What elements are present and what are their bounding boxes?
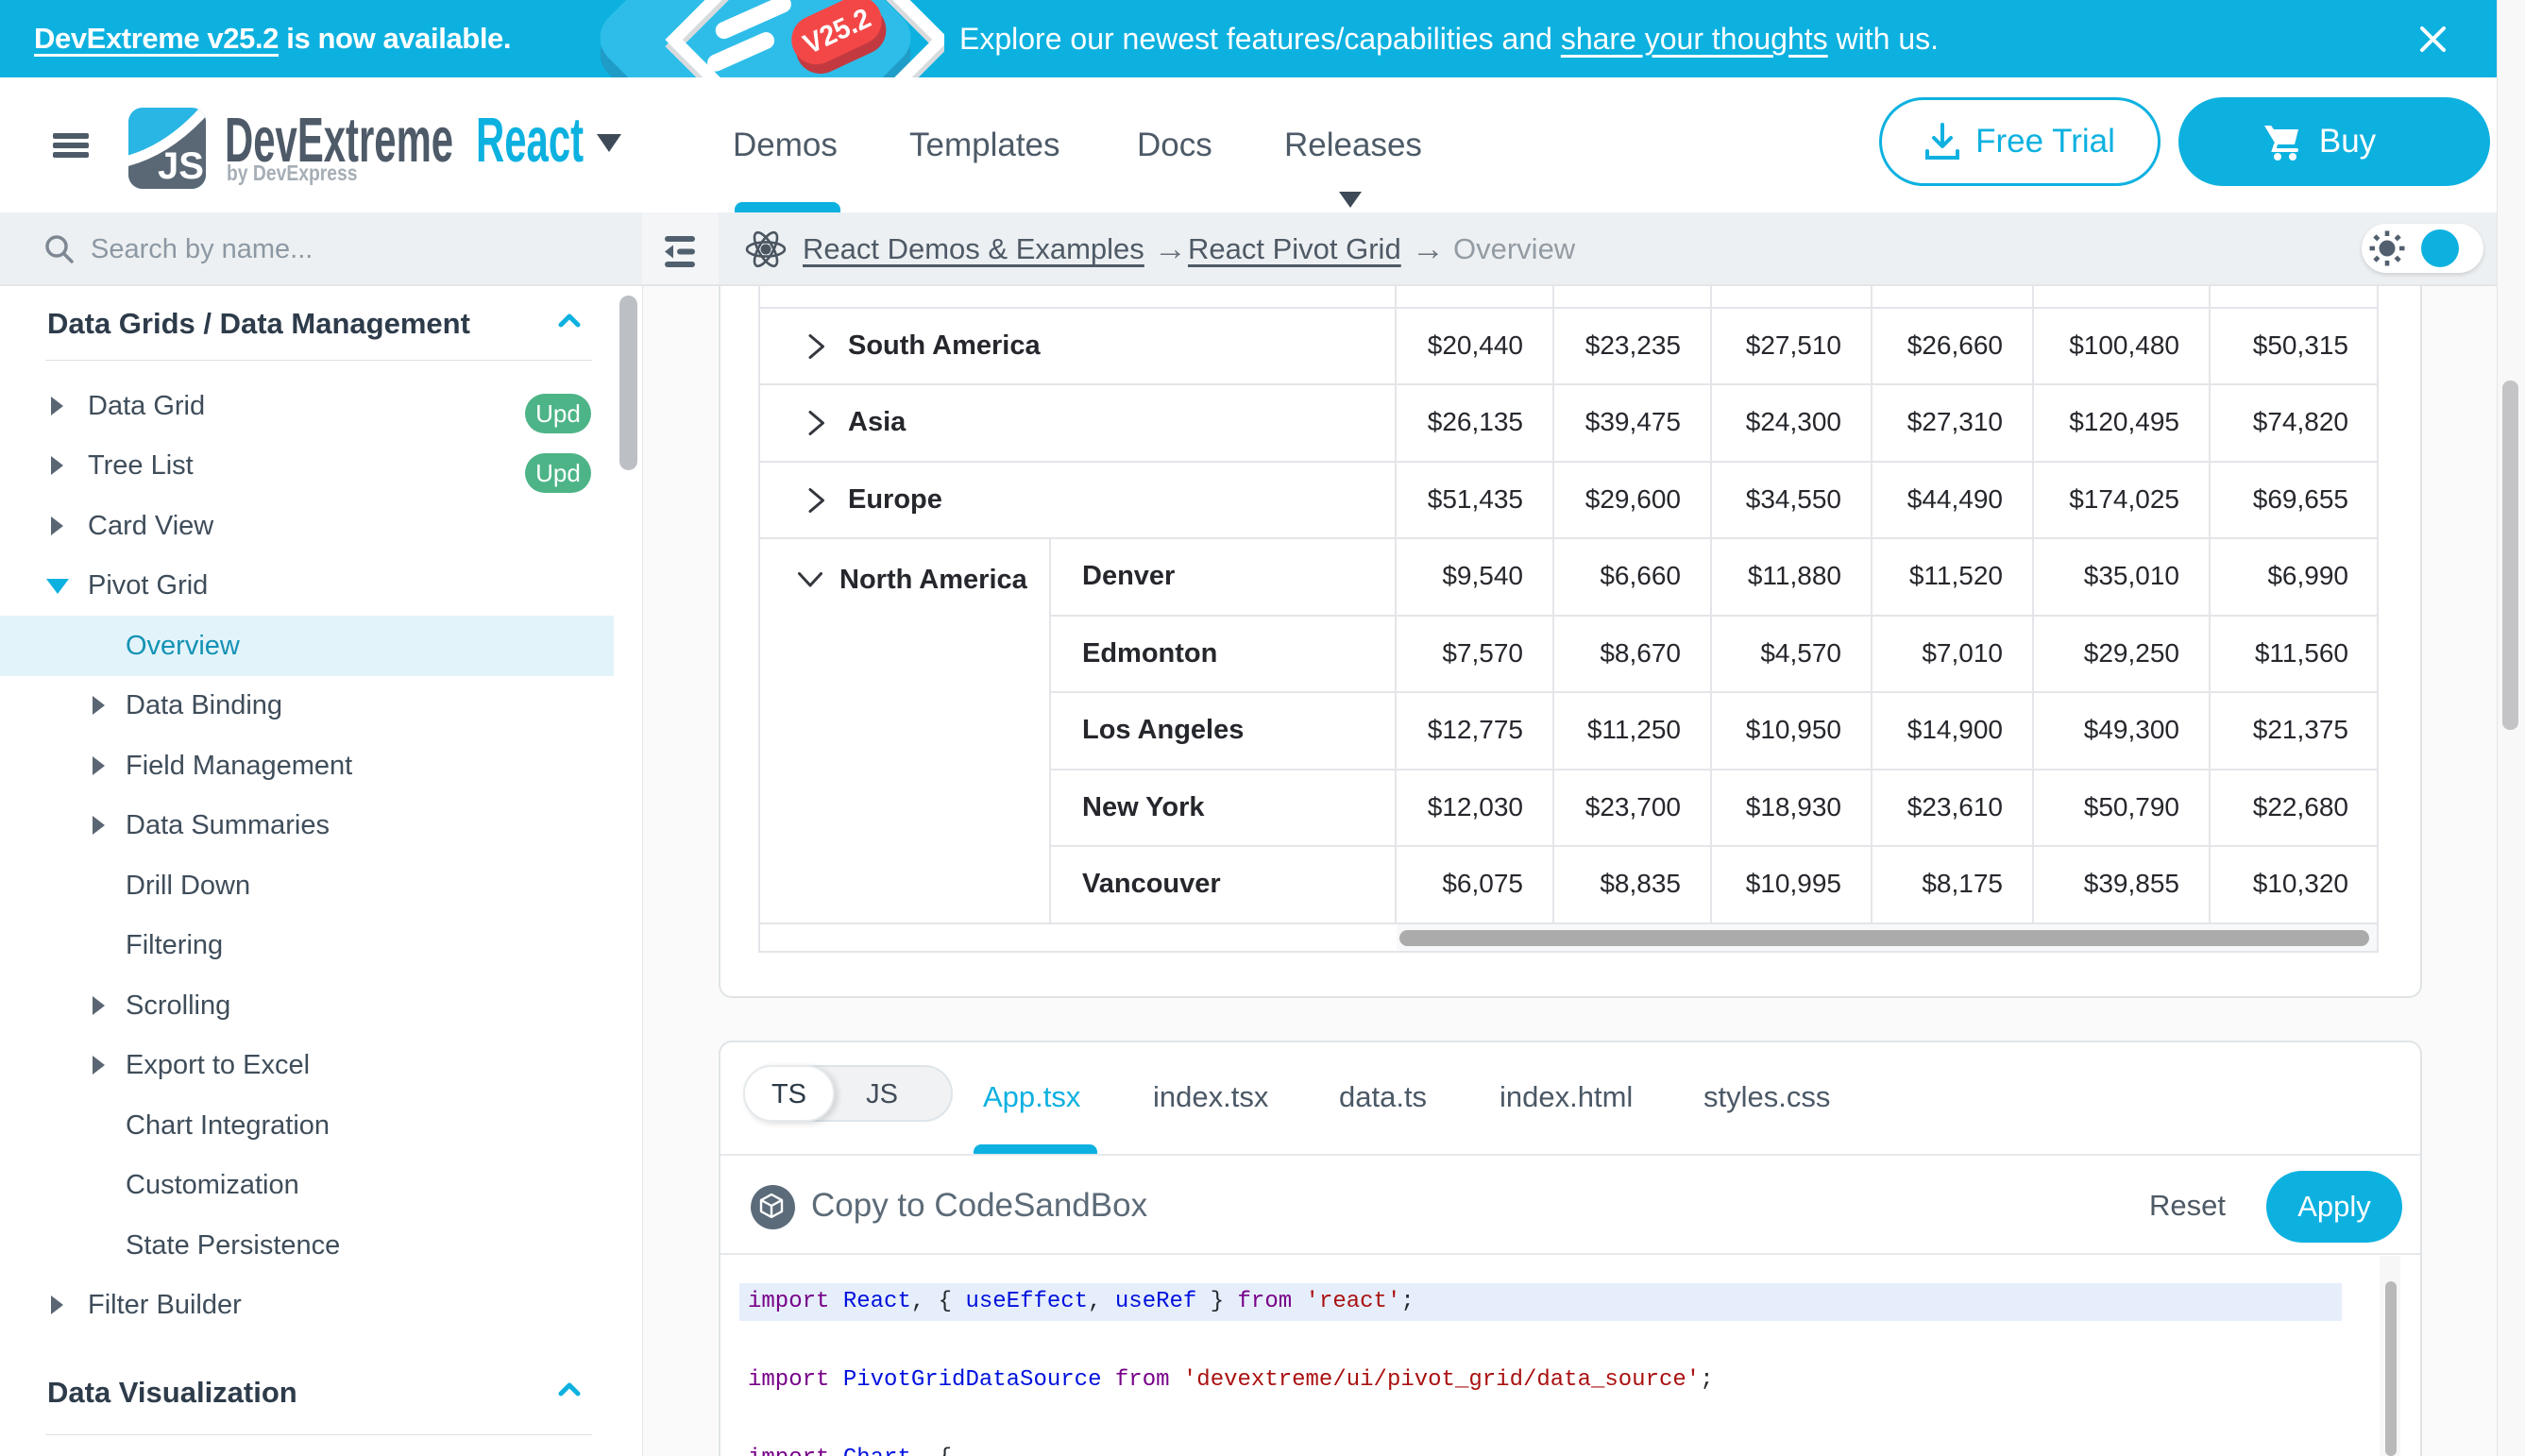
- svg-text:JS: JS: [158, 145, 204, 187]
